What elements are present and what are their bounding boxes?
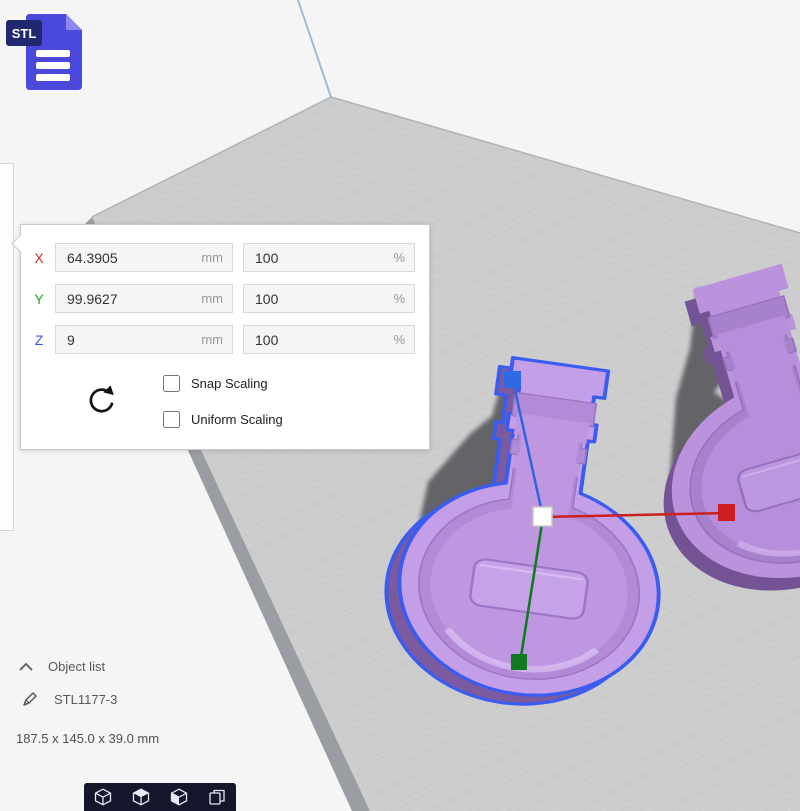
- scale-y-mm-unit: mm: [201, 291, 223, 306]
- snap-scaling-label: Snap Scaling: [191, 376, 268, 391]
- scale-z-percent-input[interactable]: [253, 331, 387, 349]
- uniform-scaling-checkbox[interactable]: [163, 411, 180, 428]
- scale-x-mm-field[interactable]: mm: [55, 243, 233, 272]
- scale-z-mm-input[interactable]: [65, 331, 195, 349]
- document-fold-icon: [66, 14, 82, 30]
- object-list-label: Object list: [48, 659, 105, 674]
- scale-row-x: X mm %: [29, 242, 421, 273]
- scale-tool-panel: X mm % Y mm % Z mm: [20, 224, 430, 450]
- axis-x-label: X: [29, 250, 49, 266]
- scale-y-percent-input[interactable]: [253, 290, 387, 308]
- cube-outline-view-icon[interactable]: [93, 787, 113, 807]
- axis-z-label: Z: [29, 332, 49, 348]
- object-list-toggle[interactable]: Object list: [18, 659, 105, 674]
- axis-y-label: Y: [29, 291, 49, 307]
- scale-y-mm-input[interactable]: [65, 290, 195, 308]
- scale-handle-x[interactable]: [718, 504, 735, 521]
- scale-y-mm-field[interactable]: mm: [55, 284, 233, 313]
- scale-handle-uniform[interactable]: [533, 507, 552, 526]
- object-name: STL1177-3: [54, 692, 117, 707]
- scale-x-mm-input[interactable]: [65, 249, 195, 267]
- cube-half-view-icon[interactable]: [169, 787, 189, 807]
- build-volume-edge: [298, 0, 331, 97]
- scale-y-percent-unit: %: [393, 291, 405, 306]
- model-dimensions: 187.5 x 145.0 x 39.0 mm: [16, 731, 159, 746]
- scale-x-percent-unit: %: [393, 250, 405, 265]
- scale-y-percent-field[interactable]: %: [243, 284, 415, 313]
- stl-badge-label: STL: [12, 26, 37, 41]
- scale-x-mm-unit: mm: [201, 250, 223, 265]
- scale-x-percent-input[interactable]: [253, 249, 387, 267]
- scale-z-percent-unit: %: [393, 332, 405, 347]
- uniform-scaling-row: Uniform Scaling: [163, 407, 283, 431]
- snap-scaling-checkbox[interactable]: [163, 375, 180, 392]
- scale-handle-z[interactable]: [504, 371, 521, 388]
- pages-view-icon[interactable]: [207, 787, 227, 807]
- scale-row-z: Z mm %: [29, 324, 421, 355]
- scale-z-mm-unit: mm: [201, 332, 223, 347]
- cube-solid-view-icon[interactable]: [131, 787, 151, 807]
- scale-handle-y[interactable]: [511, 654, 527, 670]
- snap-scaling-row: Snap Scaling: [163, 371, 283, 395]
- scale-row-y: Y mm %: [29, 283, 421, 314]
- stl-file-icon[interactable]: STL: [4, 4, 90, 98]
- toolbar-strip[interactable]: [0, 163, 14, 531]
- scale-x-percent-field[interactable]: %: [243, 243, 415, 272]
- reset-scale-button[interactable]: [85, 383, 119, 419]
- uniform-scaling-label: Uniform Scaling: [191, 412, 283, 427]
- pencil-icon: [22, 691, 38, 707]
- scale-z-percent-field[interactable]: %: [243, 325, 415, 354]
- chevron-up-icon: [18, 662, 34, 671]
- view-mode-bar: [84, 783, 236, 811]
- scale-z-mm-field[interactable]: mm: [55, 325, 233, 354]
- application-window: STL X mm % Y mm %: [0, 0, 800, 811]
- object-list-item[interactable]: STL1177-3: [22, 691, 117, 707]
- scale-panel-controls: Snap Scaling Uniform Scaling: [29, 371, 421, 431]
